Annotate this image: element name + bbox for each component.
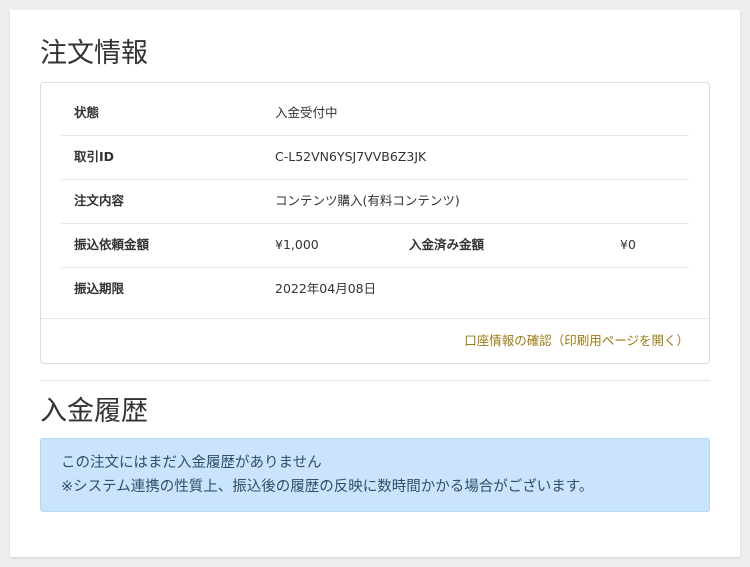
row-amounts: 振込依頼金額 ¥1,000 入金済み金額 ¥0 (61, 223, 689, 268)
alert-message-line1: この注文にはまだ入金履歴がありません (61, 455, 322, 471)
order-info-title: 注文情報 (40, 38, 148, 69)
paid-amount-label: 入金済み金額 (409, 237, 485, 252)
alert-message-line2: ※システム連携の性質上、振込後の履歴の反映に数時間かかる場合がございます。 (61, 479, 594, 495)
section-divider (40, 380, 710, 381)
account-info-link[interactable]: 口座情報の確認（印刷用ページを開く） (464, 319, 689, 363)
no-history-alert: この注文にはまだ入金履歴がありません ※システム連携の性質上、振込後の履歴の反映… (40, 438, 710, 512)
row-deadline: 振込期限 2022年04月08日 (61, 267, 689, 311)
requested-amount-value: ¥1,000 (275, 237, 319, 252)
status-value: 入金受付中 (275, 105, 338, 120)
deadline-label: 振込期限 (74, 281, 125, 296)
row-status: 状態 入金受付中 (61, 91, 689, 136)
order-content-label: 注文内容 (74, 193, 125, 208)
card-footer: 口座情報の確認（印刷用ページを開く） (41, 318, 709, 363)
status-label: 状態 (74, 105, 100, 120)
order-info-card: 状態 入金受付中 取引ID C-L52VN6YSJ7VVB6Z3JK 注文内容 … (40, 82, 710, 364)
deadline-value: 2022年04月08日 (275, 281, 377, 296)
order-content-value: コンテンツ購入(有料コンテンツ) (275, 193, 460, 208)
row-transaction-id: 取引ID C-L52VN6YSJ7VVB6Z3JK (61, 135, 689, 180)
transaction-id-value: C-L52VN6YSJ7VVB6Z3JK (275, 149, 427, 164)
paid-amount-value: ¥0 (620, 237, 636, 252)
row-order-content: 注文内容 コンテンツ購入(有料コンテンツ) (61, 179, 689, 224)
requested-amount-label: 振込依頼金額 (74, 237, 150, 252)
transaction-id-label: 取引ID (74, 149, 115, 164)
payment-history-title: 入金履歴 (40, 396, 148, 427)
content-panel: 注文情報 状態 入金受付中 取引ID C-L52VN6YSJ7VVB6Z3JK … (10, 10, 740, 557)
